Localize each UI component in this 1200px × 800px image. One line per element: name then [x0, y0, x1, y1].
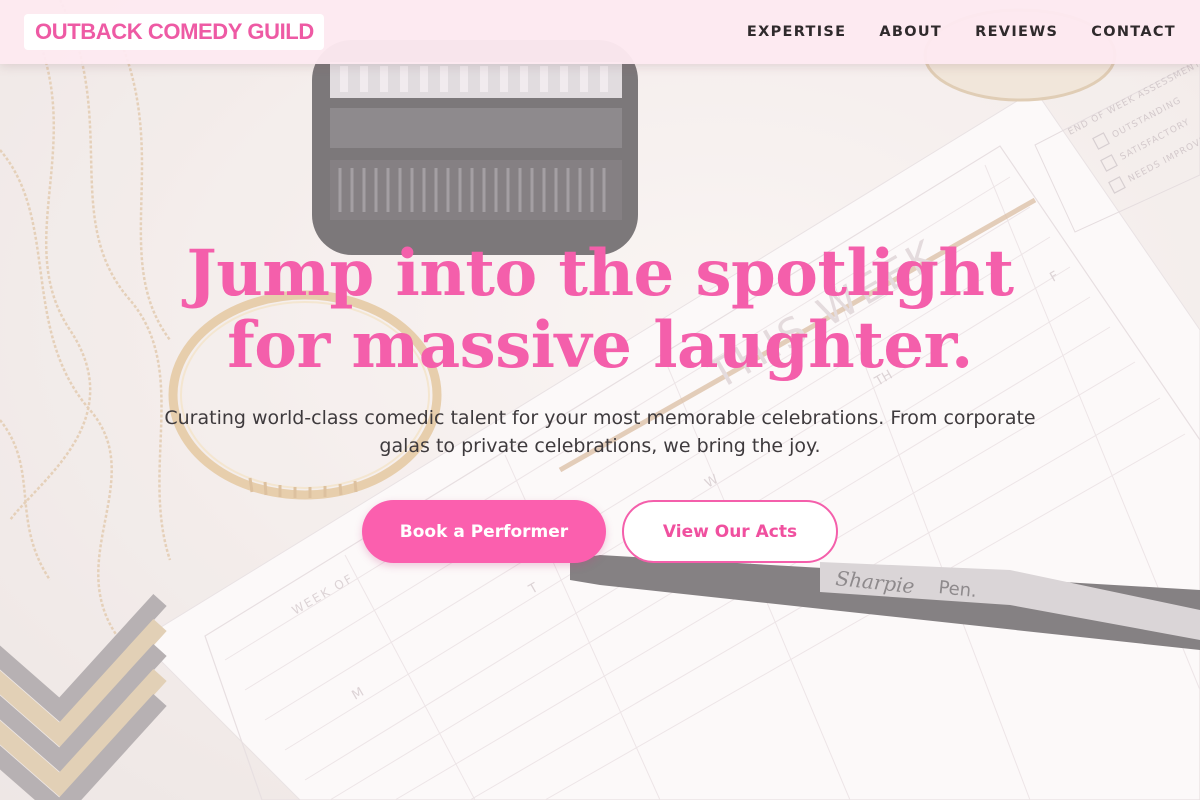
nav-link-reviews[interactable]: REVIEWS — [975, 24, 1058, 40]
hero-headline-line-1: Jump into the spotlight — [186, 236, 1014, 311]
main-nav: EXPERTISE ABOUT REVIEWS CONTACT — [747, 24, 1176, 40]
nav-link-expertise[interactable]: EXPERTISE — [747, 24, 846, 40]
hero-subtext: Curating world-class comedic talent for … — [164, 407, 1036, 457]
site-header: OUTBACK COMEDY GUILD EXPERTISE ABOUT REV… — [0, 0, 1200, 64]
nav-link-about[interactable]: ABOUT — [879, 24, 942, 40]
book-performer-button[interactable]: Book a Performer — [362, 500, 606, 563]
hero-section: Jump into the spotlight for massive laug… — [0, 64, 1200, 800]
view-acts-button[interactable]: View Our Acts — [622, 500, 838, 563]
nav-link-contact[interactable]: CONTACT — [1091, 24, 1176, 40]
hero-headline: Jump into the spotlight for massive laug… — [0, 238, 1200, 382]
hero-headline-line-2: for massive laughter. — [227, 308, 973, 383]
brand-logo[interactable]: OUTBACK COMEDY GUILD — [24, 14, 324, 50]
